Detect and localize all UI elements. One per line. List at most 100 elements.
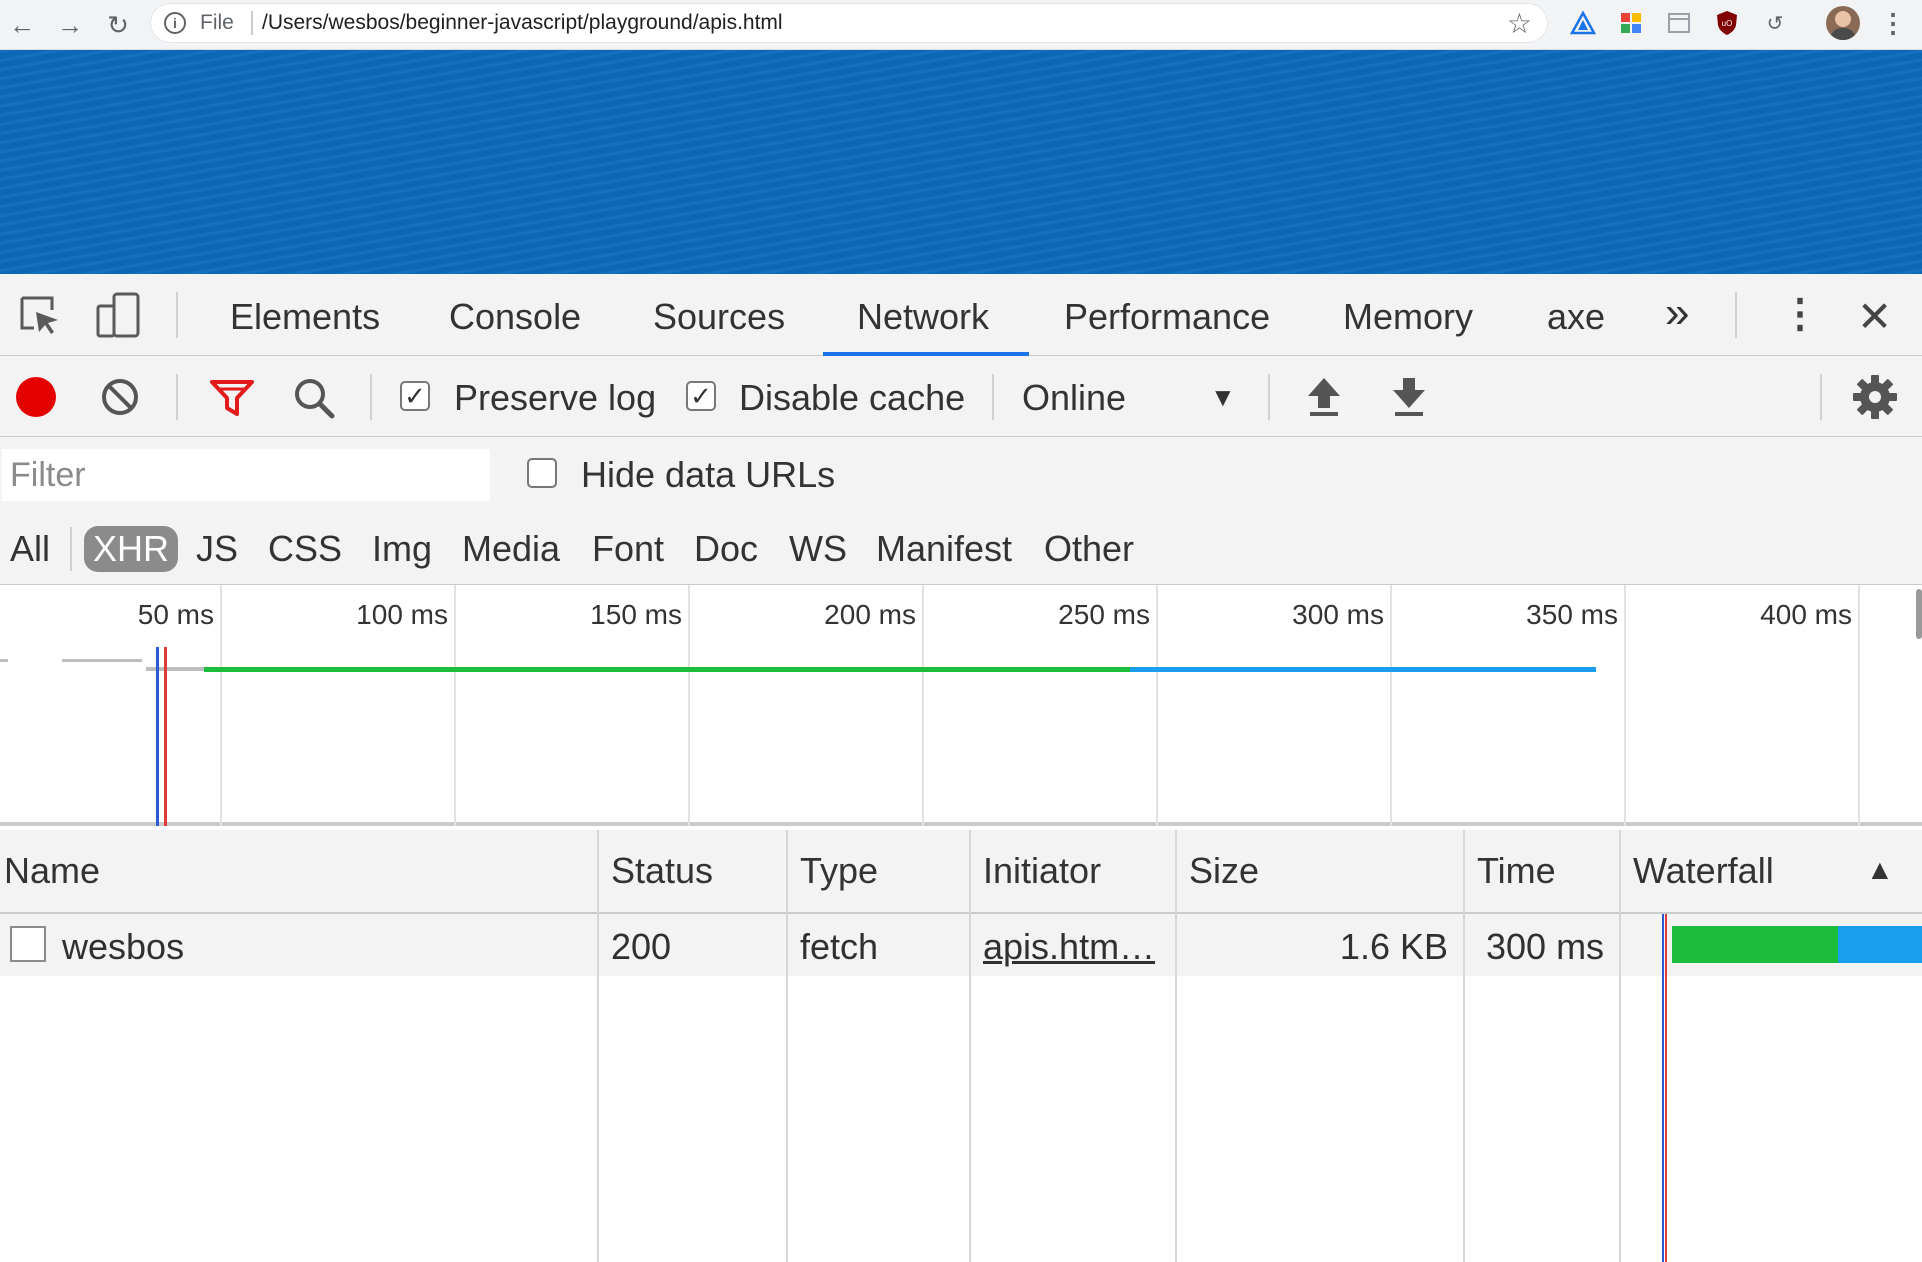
svg-text:uO: uO xyxy=(1722,19,1733,28)
more-tabs-icon[interactable]: » xyxy=(1665,288,1689,338)
file-icon xyxy=(10,926,46,962)
overview-gridline xyxy=(688,585,690,826)
url-text[interactable]: /Users/wesbos/beginner-javascript/playgr… xyxy=(262,11,783,35)
back-arrow-icon[interactable]: ← xyxy=(5,8,39,42)
gear-icon[interactable] xyxy=(1852,374,1898,420)
column-type[interactable]: Type xyxy=(800,850,878,892)
ublock-extension-icon[interactable]: uO xyxy=(1714,10,1740,36)
overview-gray-bar xyxy=(62,659,142,662)
toolbar-divider xyxy=(176,374,178,420)
waterfall-load-line xyxy=(1665,914,1667,1262)
info-icon[interactable]: i xyxy=(164,12,186,34)
export-har-icon[interactable] xyxy=(1391,376,1427,418)
toolbar-divider xyxy=(1820,374,1822,420)
type-all[interactable]: All xyxy=(10,526,50,572)
devtools-tab-bar: Elements Console Sources Network Perform… xyxy=(0,274,1922,356)
device-toolbar-icon[interactable] xyxy=(96,292,142,340)
column-waterfall[interactable]: Waterfall xyxy=(1633,850,1774,892)
request-type: fetch xyxy=(800,926,879,967)
close-icon[interactable]: ✕ xyxy=(1857,292,1892,341)
window-extension-icon[interactable] xyxy=(1666,10,1692,36)
browser-toolbar: ← → ↻ i File /Users/wesbos/beginner-java… xyxy=(0,0,1922,50)
overview-scrollbar[interactable] xyxy=(1916,589,1922,639)
hide-data-urls-label: Hide data URLs xyxy=(581,454,836,495)
tab-memory[interactable]: Memory xyxy=(1343,296,1473,338)
type-manifest[interactable]: Manifest xyxy=(876,526,1012,572)
toolbar-divider xyxy=(1735,292,1737,338)
table-row[interactable]: wesbos 200 fetch apis.htm… 1.6 KB 300 ms xyxy=(0,914,1922,976)
address-bar[interactable]: i File /Users/wesbos/beginner-javascript… xyxy=(150,3,1548,43)
column-initiator[interactable]: Initiator xyxy=(983,850,1101,892)
waterfall-download-bar xyxy=(1838,926,1922,963)
record-button[interactable] xyxy=(16,377,56,417)
type-ws[interactable]: WS xyxy=(789,526,847,572)
import-har-icon[interactable] xyxy=(1306,376,1342,418)
tab-performance[interactable]: Performance xyxy=(1064,296,1270,338)
overview-tick-label: 250 ms xyxy=(1058,599,1150,630)
requests-table-header: Name Status Type Initiator Size Time Wat… xyxy=(0,830,1922,914)
type-js[interactable]: JS xyxy=(196,526,238,572)
column-divider xyxy=(1619,830,1621,1262)
column-divider xyxy=(1463,830,1465,1262)
overview-waiting-bar xyxy=(204,667,1130,672)
resource-type-filters: All XHR JS CSS Img Media Font Doc WS Man… xyxy=(0,513,1922,585)
clear-icon[interactable] xyxy=(100,377,140,417)
throttling-select[interactable]: Online ▼ xyxy=(1022,370,1248,424)
type-css[interactable]: CSS xyxy=(268,526,342,572)
type-doc[interactable]: Doc xyxy=(694,526,758,572)
column-name[interactable]: Name xyxy=(4,850,100,892)
type-font[interactable]: Font xyxy=(592,526,664,572)
request-initiator-link[interactable]: apis.htm… xyxy=(983,926,1155,968)
overview-tick-label: 350 ms xyxy=(1526,599,1618,630)
kebab-menu-icon[interactable]: ⋮ xyxy=(1880,8,1906,38)
color-picker-extension-icon[interactable] xyxy=(1618,10,1644,36)
network-overview[interactable]: 50 ms 100 ms 150 ms 200 ms 250 ms 300 ms… xyxy=(0,585,1922,826)
overview-gray-bar xyxy=(146,667,206,671)
search-icon[interactable] xyxy=(292,376,336,420)
waterfall-dom-content-loaded-line xyxy=(1662,914,1664,1262)
request-name[interactable]: wesbos xyxy=(62,926,184,968)
type-media[interactable]: Media xyxy=(462,526,560,572)
forward-arrow-icon[interactable]: → xyxy=(53,8,87,42)
history-extension-icon[interactable]: ↺ xyxy=(1762,10,1788,36)
preserve-log-label: Preserve log xyxy=(454,377,657,418)
type-other[interactable]: Other xyxy=(1044,526,1134,572)
tab-sources[interactable]: Sources xyxy=(653,296,785,338)
throttling-value: Online xyxy=(1022,377,1127,418)
filter-input[interactable] xyxy=(2,449,490,501)
column-status[interactable]: Status xyxy=(611,850,713,892)
reload-icon[interactable]: ↻ xyxy=(101,8,135,42)
network-toolbar: ✓ Preserve log ✓ Disable cache Online ▼ xyxy=(0,356,1922,437)
sort-ascending-icon[interactable]: ▲ xyxy=(1866,854,1894,886)
overview-tick-label: 400 ms xyxy=(1760,599,1852,630)
devtools-menu-icon[interactable]: ⋮ xyxy=(1780,294,1820,338)
request-size: 1.6 KB xyxy=(1339,926,1448,967)
tab-axe[interactable]: axe xyxy=(1547,296,1605,338)
type-img[interactable]: Img xyxy=(372,526,432,572)
page-banner xyxy=(0,50,1922,274)
inspect-element-icon[interactable] xyxy=(18,294,62,338)
column-size[interactable]: Size xyxy=(1189,850,1259,892)
hide-data-urls-checkbox[interactable] xyxy=(527,458,557,488)
column-divider xyxy=(1175,830,1177,1262)
tab-console[interactable]: Console xyxy=(449,296,581,338)
star-icon[interactable]: ☆ xyxy=(1507,7,1532,40)
filter-bar: Hide data URLs xyxy=(0,437,1922,513)
toolbar-divider xyxy=(1268,374,1270,420)
column-time[interactable]: Time xyxy=(1477,850,1556,892)
tab-network[interactable]: Network xyxy=(857,296,989,338)
tab-elements[interactable]: Elements xyxy=(230,296,380,338)
disable-cache-checkbox[interactable]: ✓ xyxy=(686,381,716,411)
type-xhr[interactable]: XHR xyxy=(84,526,179,572)
url-scheme: File xyxy=(200,11,234,34)
type-divider xyxy=(70,527,72,571)
preserve-log-checkbox[interactable]: ✓ xyxy=(400,381,430,411)
column-divider xyxy=(969,830,971,1262)
filter-icon[interactable] xyxy=(210,378,254,418)
overview-tick-label: 300 ms xyxy=(1292,599,1384,630)
triangle-extension-icon[interactable] xyxy=(1570,10,1596,36)
overview-download-bar xyxy=(1130,667,1596,672)
column-divider xyxy=(786,830,788,1262)
column-divider xyxy=(597,830,599,1262)
profile-avatar[interactable] xyxy=(1826,6,1860,40)
